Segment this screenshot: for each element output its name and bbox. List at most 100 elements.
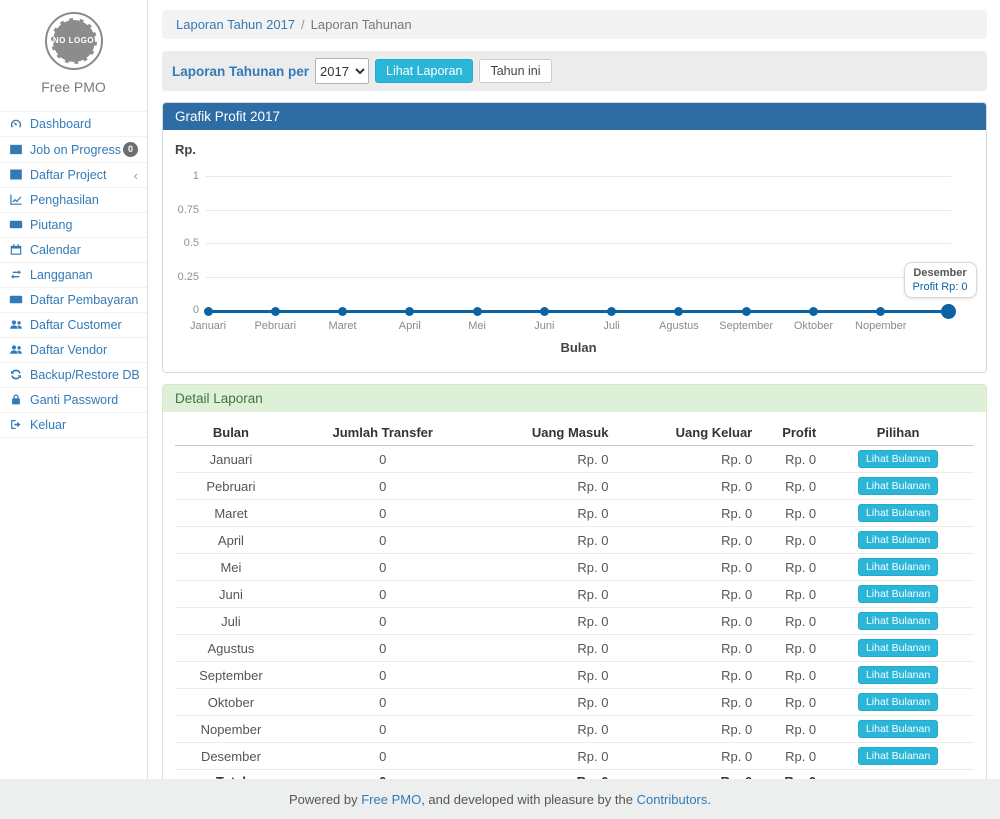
view-month-button-januari[interactable]: Lihat Bulanan <box>858 450 938 468</box>
detail-report-panel: Detail Laporan BulanJumlah TransferUang … <box>162 384 987 779</box>
view-month-button-agustus[interactable]: Lihat Bulanan <box>858 639 938 657</box>
refresh-icon <box>9 368 24 382</box>
data-point-oktober[interactable] <box>809 307 818 316</box>
y-tick-label: 0.5 <box>163 237 199 249</box>
table-total-row: Total0Rp. 0Rp. 0Rp. 0 <box>175 770 974 780</box>
footer-text: Powered by Free PMO, and developed with … <box>289 792 711 807</box>
table-row-agustus: Agustus0Rp. 0Rp. 0Rp. 0Lihat Bulanan <box>175 635 974 662</box>
sidebar-item-label: Piutang <box>30 218 72 232</box>
cell-month: Juli <box>175 608 287 635</box>
users-icon <box>9 318 24 332</box>
cell-uang-keluar: Rp. 0 <box>614 581 758 608</box>
sidebar-item-keluar[interactable]: Keluar <box>0 412 147 438</box>
year-select[interactable]: 2017 <box>315 58 369 84</box>
data-point-mei[interactable] <box>473 307 482 316</box>
lock-icon <box>9 393 24 407</box>
sidebar-item-job-on-progress[interactable]: Job on Progress0 <box>0 136 147 162</box>
sidebar-item-daftar-customer[interactable]: Daftar Customer <box>0 312 147 337</box>
sidebar-item-label: Ganti Password <box>30 393 118 407</box>
column-header-uang-keluar: Uang Keluar <box>614 420 758 446</box>
data-point-april[interactable] <box>405 307 414 316</box>
data-point-desember[interactable] <box>941 304 956 319</box>
sidebar-item-daftar-pembayaran[interactable]: Daftar Pembayaran <box>0 287 147 312</box>
chart-panel-title: Grafik Profit 2017 <box>163 103 986 130</box>
sidebar-item-label: Dashboard <box>30 117 91 131</box>
column-header-profit: Profit <box>758 420 822 446</box>
data-point-juli[interactable] <box>607 307 616 316</box>
cell-uang-keluar: Rp. 0 <box>614 662 758 689</box>
cell-uang-masuk: Rp. 0 <box>479 635 615 662</box>
sidebar-item-label: Daftar Customer <box>30 318 122 332</box>
view-month-button-oktober[interactable]: Lihat Bulanan <box>858 693 938 711</box>
cell-transfer: 0 <box>287 554 479 581</box>
filter-label: Laporan Tahunan per <box>172 64 309 79</box>
cell-uang-masuk: Rp. 0 <box>479 554 615 581</box>
view-report-button[interactable]: Lihat Laporan <box>375 59 473 83</box>
cell-uang-keluar: Rp. 0 <box>614 716 758 743</box>
total-profit: Rp. 0 <box>758 770 822 780</box>
cell-transfer: 0 <box>287 581 479 608</box>
report-filter-bar: Laporan Tahunan per 2017 Lihat Laporan T… <box>162 51 987 91</box>
this-year-button[interactable]: Tahun ini <box>479 59 551 83</box>
sidebar-item-penghasilan[interactable]: Penghasilan <box>0 187 147 212</box>
chart-tooltip: Desember Profit Rp: 0 <box>904 262 977 298</box>
data-point-januari[interactable] <box>204 307 213 316</box>
sidebar: NO LOGO Free PMO DashboardJob on Progres… <box>0 0 148 779</box>
sidebar-item-backup-restore-db[interactable]: Backup/Restore DB <box>0 362 147 387</box>
sidebar-item-langganan[interactable]: Langganan <box>0 262 147 287</box>
cell-profit: Rp. 0 <box>758 500 822 527</box>
sign-out-icon <box>9 418 24 432</box>
column-header-uang-masuk: Uang Masuk <box>479 420 615 446</box>
sidebar-item-piutang[interactable]: Piutang <box>0 212 147 237</box>
contributors-link[interactable]: Contributors <box>637 792 708 807</box>
cell-uang-masuk: Rp. 0 <box>479 743 615 770</box>
sidebar-item-label: Backup/Restore DB <box>30 368 140 382</box>
cell-profit: Rp. 0 <box>758 554 822 581</box>
sidebar-item-dashboard[interactable]: Dashboard <box>0 111 147 136</box>
table-row-maret: Maret0Rp. 0Rp. 0Rp. 0Lihat Bulanan <box>175 500 974 527</box>
view-month-button-nopember[interactable]: Lihat Bulanan <box>858 720 938 738</box>
data-point-nopember[interactable] <box>876 307 885 316</box>
cell-uang-keluar: Rp. 0 <box>614 473 758 500</box>
sidebar-item-daftar-project[interactable]: Daftar Project‹ <box>0 162 147 187</box>
cell-transfer: 0 <box>287 527 479 554</box>
cell-month: September <box>175 662 287 689</box>
y-gridline <box>206 243 951 244</box>
sidebar-item-daftar-vendor[interactable]: Daftar Vendor <box>0 337 147 362</box>
table-row-nopember: Nopember0Rp. 0Rp. 0Rp. 0Lihat Bulanan <box>175 716 974 743</box>
cell-uang-keluar: Rp. 0 <box>614 743 758 770</box>
profit-line-chart: Rp. Desember Profit Rp: 0 Bulan 10.750.5… <box>163 130 986 372</box>
freepmo-link[interactable]: Free PMO <box>361 792 421 807</box>
cell-month: Oktober <box>175 689 287 716</box>
sidebar-item-ganti-password[interactable]: Ganti Password <box>0 387 147 412</box>
no-logo-stamp: NO LOGO <box>45 12 103 70</box>
table-icon <box>9 168 24 182</box>
cell-month: Pebruari <box>175 473 287 500</box>
cell-transfer: 0 <box>287 689 479 716</box>
sidebar-item-calendar[interactable]: Calendar <box>0 237 147 262</box>
data-point-maret[interactable] <box>338 307 347 316</box>
view-month-button-april[interactable]: Lihat Bulanan <box>858 531 938 549</box>
view-month-button-maret[interactable]: Lihat Bulanan <box>858 504 938 522</box>
data-point-september[interactable] <box>742 307 751 316</box>
view-month-button-juni[interactable]: Lihat Bulanan <box>858 585 938 603</box>
data-point-agustus[interactable] <box>674 307 683 316</box>
breadcrumb-link[interactable]: Laporan Tahun 2017 <box>176 17 295 32</box>
cell-uang-keluar: Rp. 0 <box>614 500 758 527</box>
view-month-button-mei[interactable]: Lihat Bulanan <box>858 558 938 576</box>
cell-transfer: 0 <box>287 608 479 635</box>
cell-uang-masuk: Rp. 0 <box>479 662 615 689</box>
view-month-button-pebruari[interactable]: Lihat Bulanan <box>858 477 938 495</box>
no-logo-text: NO LOGO <box>51 18 97 64</box>
data-point-pebruari[interactable] <box>271 307 280 316</box>
view-month-button-juli[interactable]: Lihat Bulanan <box>858 612 938 630</box>
view-month-button-september[interactable]: Lihat Bulanan <box>858 666 938 684</box>
view-month-button-desember[interactable]: Lihat Bulanan <box>858 747 938 765</box>
cell-month: Desember <box>175 743 287 770</box>
cell-profit: Rp. 0 <box>758 608 822 635</box>
profit-chart-panel: Grafik Profit 2017 Rp. Desember Profit R… <box>162 102 987 373</box>
cell-profit: Rp. 0 <box>758 527 822 554</box>
x-tick-label: Nopember <box>839 320 923 332</box>
data-point-juni[interactable] <box>540 307 549 316</box>
sidebar-item-label: Langganan <box>30 268 93 282</box>
